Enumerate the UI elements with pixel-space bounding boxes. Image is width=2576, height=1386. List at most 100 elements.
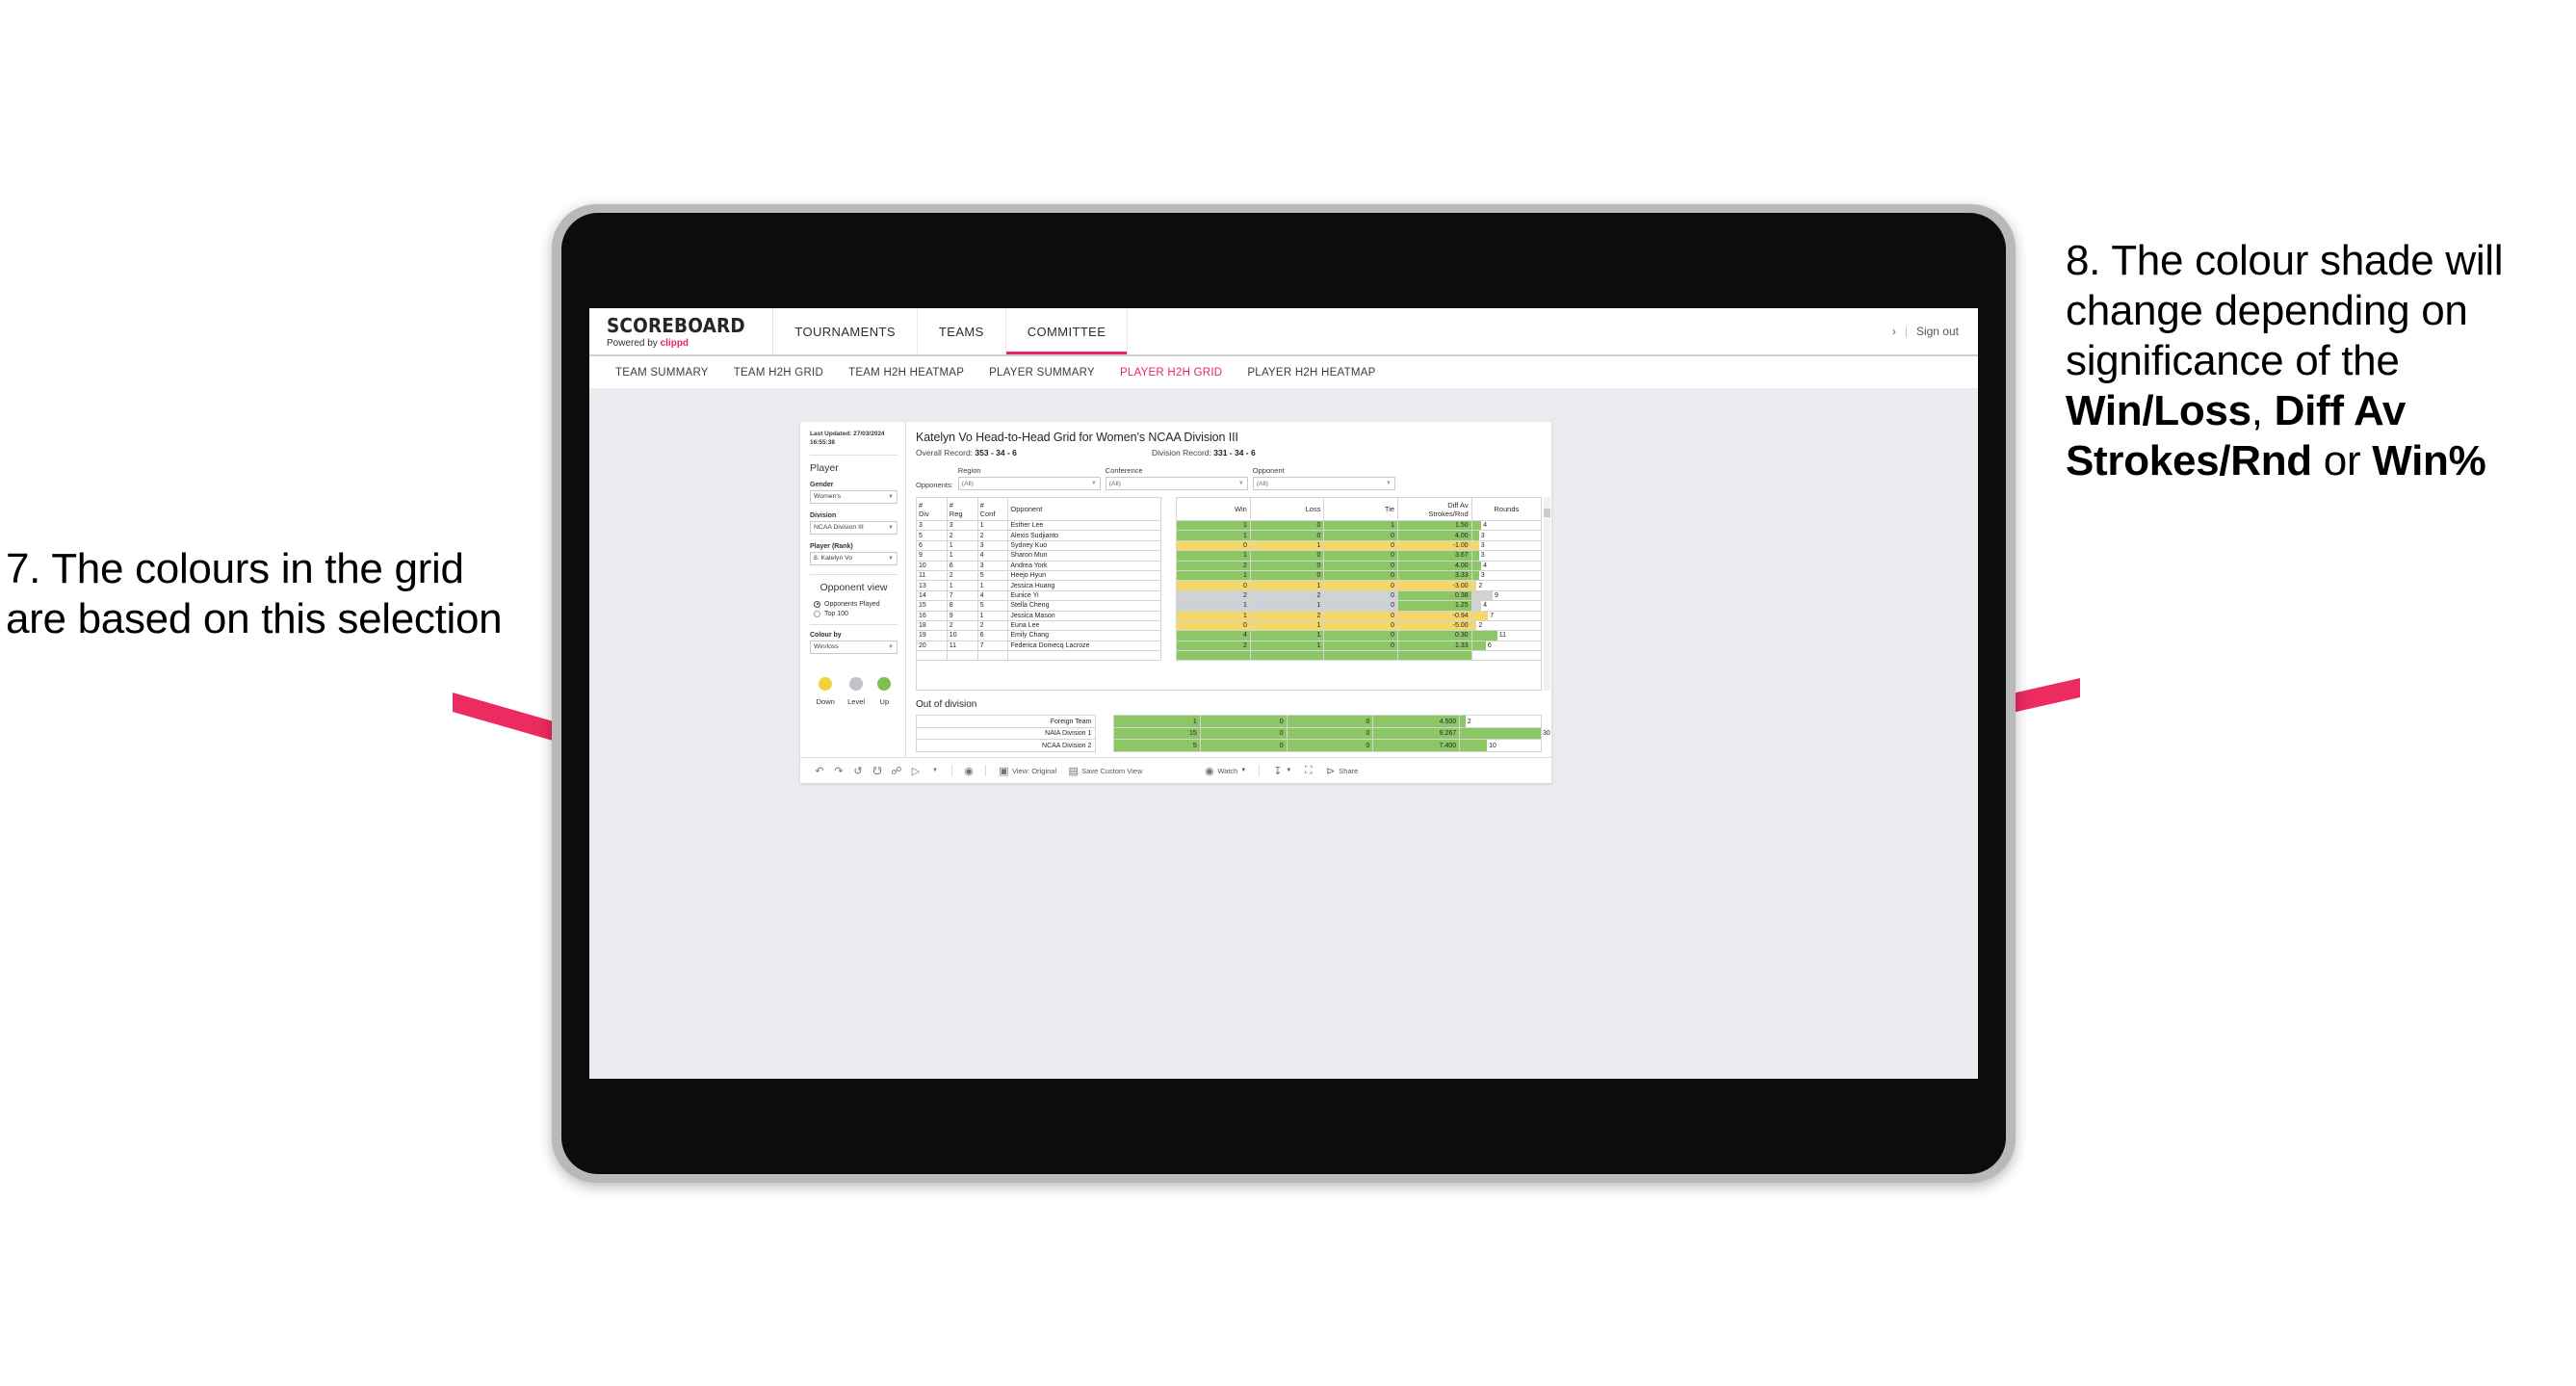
table-row[interactable]: 14 7 4 Eunice Yi 2 2 0 0.38 9 [916,589,1543,602]
cell-div[interactable]: 15 [916,600,948,612]
cell-loss[interactable]: 1 [1249,539,1325,552]
cell-rounds[interactable]: 3 [1470,530,1543,541]
cell-diff[interactable]: -5.00 [1397,619,1472,632]
th-tie[interactable]: Tie [1323,497,1399,521]
cell-div[interactable]: 11 [916,569,948,582]
radio-opponents-played[interactable]: Opponents Played [814,600,898,608]
cell-reg[interactable]: 2 [946,530,978,541]
cell-rounds[interactable]: 9 [1470,589,1543,602]
cell-tie[interactable]: 0 [1323,580,1399,591]
th-loss[interactable]: Loss [1249,497,1325,521]
gender-select[interactable]: Women’s ▼ [810,489,898,504]
cell-div[interactable]: 19 [916,630,948,641]
redo-icon[interactable]: ↷ [829,765,848,777]
conference-select[interactable]: (All) ▼ [1105,477,1248,490]
cell-reg[interactable]: 10 [946,630,978,641]
cell-opponent[interactable]: Jessica Mason [1007,610,1162,621]
watch-button[interactable]: ◉ Watch ▼ [1198,765,1252,777]
cell-loss[interactable]: 0 [1199,739,1288,752]
cell-diff[interactable]: 1.25 [1397,600,1472,612]
opponent-select[interactable]: (All) ▼ [1252,477,1395,490]
view-original-button[interactable]: ▣ View: Original [993,765,1062,777]
cell-rounds[interactable]: 4 [1470,600,1543,612]
subnav-team-h2h-heatmap[interactable]: TEAM H2H HEATMAP [836,367,976,379]
cell-win[interactable]: 0 [1176,619,1251,632]
table-row[interactable]: 3 3 1 Esther Lee 1 0 1 1.50 4 [916,519,1543,532]
cell-tie[interactable]: 0 [1323,560,1399,571]
cell-diff[interactable]: 4.00 [1397,560,1472,571]
cell-opponent[interactable]: Euna Lee [1007,619,1162,632]
cell-tie[interactable]: 0 [1323,640,1399,652]
cell-win[interactable]: 2 [1176,560,1251,571]
cell-diff[interactable]: 3.33 [1397,569,1472,582]
cell-rounds[interactable]: 30 [1459,726,1550,741]
cell-conf[interactable]: 6 [976,630,1009,641]
cell-conf[interactable]: 2 [976,619,1009,632]
cell-rounds[interactable]: 2 [1470,580,1543,591]
undo-icon[interactable]: ↶ [810,765,829,777]
cell-reg[interactable]: 1 [946,580,978,591]
cell-rounds[interactable]: 11 [1470,630,1543,641]
nav-tournaments[interactable]: TOURNAMENTS [773,308,918,354]
table-row[interactable]: 9 1 4 Sharon Mun 1 0 0 3.67 3 [916,550,1543,562]
cell-opponent[interactable]: Sydney Kuo [1007,539,1162,552]
table-row[interactable]: 16 9 1 Jessica Mason 1 2 0 -0.94 7 [916,610,1543,621]
cell-reg[interactable]: 7 [946,589,978,602]
cell-div[interactable]: 9 [916,550,948,562]
save-custom-view-button[interactable]: ▤ Save Custom View [1062,765,1148,777]
cell-opponent[interactable]: Emily Chang [1007,630,1162,641]
cell-reg[interactable]: 6 [946,560,978,571]
colour-by-select[interactable]: Win/loss ▼ [810,640,898,654]
cell-win[interactable]: 4 [1176,630,1251,641]
th-div[interactable]: # Div [916,497,948,521]
subnav-player-summary[interactable]: PLAYER SUMMARY [976,367,1107,379]
cell-diff[interactable]: -1.00 [1397,539,1472,552]
cell-win[interactable]: 2 [1176,640,1251,652]
cell-loss[interactable]: 1 [1249,580,1325,591]
cell-conf[interactable]: 1 [976,519,1009,532]
nav-committee[interactable]: COMMITTEE [1005,308,1129,354]
cell-reg[interactable]: 3 [946,519,978,532]
nav-teams[interactable]: TEAMS [918,308,1006,354]
th-rounds[interactable]: Rounds [1470,497,1543,521]
cell-tie[interactable]: 0 [1286,726,1374,741]
cell-win[interactable]: 5 [1113,739,1201,752]
revert-icon[interactable]: ↺ [848,765,868,777]
out-of-division-row[interactable]: Foreign Team 1 0 0 4.500 2 [915,715,1542,728]
th-reg[interactable]: # Reg [946,497,978,521]
cell-loss[interactable]: 0 [1249,569,1325,582]
cell-conf[interactable]: 4 [976,589,1009,602]
cell-win[interactable]: 1 [1176,519,1251,532]
cell-win[interactable]: 2 [1176,589,1251,602]
cell-reg[interactable]: 8 [946,600,978,612]
cell-div[interactable]: 14 [916,589,948,602]
table-scrollbar[interactable] [1544,497,1550,692]
table-row[interactable]: 5 2 2 Alexis Sudjianto 1 0 0 4.00 3 [916,530,1543,541]
cell-diff[interactable]: 1.50 [1397,519,1472,532]
cell-tie[interactable]: 0 [1323,610,1399,621]
cell-loss[interactable]: 0 [1199,726,1288,741]
cell-win[interactable]: 15 [1113,726,1201,741]
cell-tie[interactable]: 0 [1323,569,1399,582]
cell-loss[interactable]: 0 [1249,560,1325,571]
cell-group-label[interactable]: NAIA Division 1 [915,726,1097,741]
cell-loss[interactable]: 0 [1249,530,1325,541]
table-row[interactable]: 15 8 5 Stella Cheng 1 1 0 1.25 4 [916,600,1543,612]
cell-div[interactable]: 18 [916,619,948,632]
chevron-down-icon[interactable]: ▼ [925,768,945,773]
cell-tie[interactable]: 0 [1323,630,1399,641]
chevron-right-icon[interactable]: › [1892,325,1896,338]
cell-loss[interactable]: 1 [1249,600,1325,612]
th-opponent[interactable]: Opponent [1007,497,1162,521]
sign-out-link[interactable]: Sign out [1916,325,1959,338]
cell-win[interactable]: 1 [1176,569,1251,582]
cell-tie[interactable]: 0 [1323,530,1399,541]
scrollbar-thumb[interactable] [1544,509,1550,517]
table-row[interactable]: 10 6 3 Andrea York 2 0 0 4.00 4 [916,560,1543,571]
cell-reg[interactable]: 1 [946,550,978,562]
cell-diff[interactable]: 9.267 [1372,726,1461,741]
cell-diff[interactable]: -0.94 [1397,610,1472,621]
cell-conf[interactable]: 1 [976,610,1009,621]
th-diff[interactable]: Diff Av Strokes/Rnd [1397,497,1472,521]
cell-rounds[interactable]: 3 [1470,539,1543,552]
